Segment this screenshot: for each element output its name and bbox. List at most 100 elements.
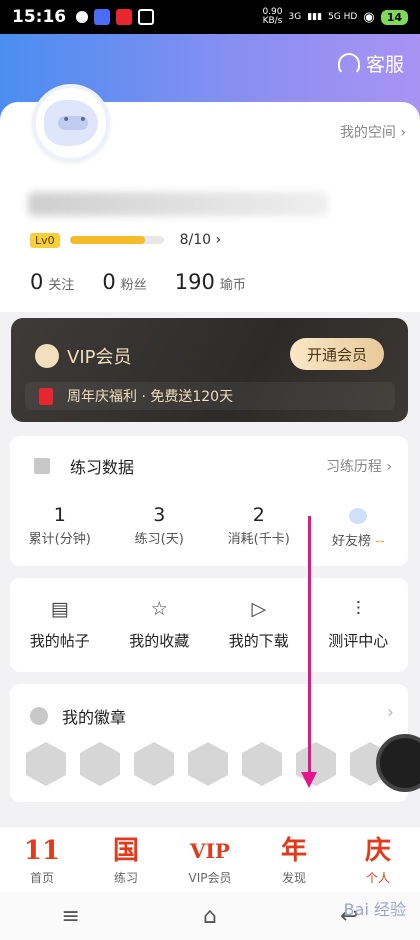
- status-notification-icons: [76, 9, 155, 25]
- vip-card[interactable]: VIP会员 开通会员 周年庆福利 · 免费送120天: [11, 318, 408, 422]
- practice-stats: 1 累计(分钟) 3 练习(天) 2 消耗(千卡) 好友榜 --: [10, 504, 408, 549]
- my-space-link[interactable]: 我的空间 ›: [340, 122, 406, 142]
- my-downloads-button[interactable]: ▷ 我的下载: [209, 578, 309, 672]
- badge-icon: [30, 707, 48, 725]
- stat-fans[interactable]: 0 粉丝: [102, 270, 146, 294]
- menu-icon[interactable]: ≡: [62, 904, 80, 929]
- action-label: 我的下载: [228, 632, 289, 650]
- practice-stat-minutes[interactable]: 1 累计(分钟): [10, 504, 110, 549]
- friends-ranking-row: 好友榜 --: [309, 530, 409, 549]
- level-row[interactable]: Lv0 8/10 ›: [30, 232, 221, 248]
- practice-stat-number: 3: [153, 504, 166, 526]
- level-progress-bar: [69, 236, 164, 244]
- stat-number: 0: [30, 270, 44, 294]
- tab-label: 首页: [29, 871, 54, 885]
- practice-stat-number: 1: [53, 504, 66, 526]
- badge-item[interactable]: [134, 742, 174, 786]
- practice-stat-number: 2: [252, 504, 265, 526]
- stat-label: 关注: [48, 278, 75, 293]
- action-label: 我的帖子: [29, 632, 90, 650]
- battery-indicator: 14: [380, 9, 408, 25]
- headset-icon: [337, 52, 360, 75]
- home-tab-icon: 11: [23, 836, 61, 866]
- badge-item[interactable]: [80, 742, 120, 786]
- practice-history-link[interactable]: 习练历程 ›: [326, 456, 392, 476]
- badges-header: 我的徽章: [30, 704, 126, 728]
- badge-item[interactable]: [26, 742, 66, 786]
- chevron-right-icon[interactable]: ›: [387, 702, 394, 723]
- star-icon: ☆: [150, 598, 168, 620]
- status-bar: 15:16 0.90 KB/s 3G ▮▮▮ 5G HD ◉ 14: [0, 0, 420, 34]
- app-notification-icon: [116, 9, 133, 25]
- open-membership-button[interactable]: 开通会员: [290, 338, 384, 370]
- tab-home[interactable]: 11 首页: [0, 827, 84, 892]
- practice-tab-icon: 国: [112, 836, 139, 866]
- bottom-tab-bar: 11 首页 国练习 VIP VIP会员 年发现 庆个人: [0, 826, 420, 892]
- practice-data-card: 练习数据 习练历程 › 1 累计(分钟) 3 练习(天) 2 消耗(千卡) 好友榜 -…: [10, 436, 408, 566]
- practice-stat-label: 练习(天): [134, 532, 184, 547]
- badges-card[interactable]: 我的徽章 ›: [10, 684, 408, 802]
- chart-icon: [34, 458, 50, 474]
- customer-service-button[interactable]: 客服: [337, 50, 404, 77]
- quick-actions-card: ▤ 我的帖子 ☆ 我的收藏 ▷ 我的下载 ⫶ 测评中心: [10, 578, 408, 672]
- tab-label: 发现: [281, 871, 306, 885]
- discover-tab-icon: 年: [280, 836, 307, 866]
- practice-data-title: 练习数据: [70, 458, 135, 477]
- vip-promo-banner[interactable]: 周年庆福利 · 免费送120天: [25, 382, 395, 410]
- action-label: 我的收藏: [129, 632, 190, 650]
- assessment-center-button[interactable]: ⫶ 测评中心: [309, 578, 409, 672]
- tab-practice[interactable]: 国练习: [84, 827, 168, 892]
- badge-item[interactable]: [188, 742, 228, 786]
- status-time: 15:16: [12, 7, 67, 27]
- tab-label: 练习: [113, 871, 138, 885]
- stat-coins[interactable]: 190 瑜币: [175, 270, 246, 294]
- avatar[interactable]: [32, 84, 110, 162]
- play-icon: ▷: [251, 598, 267, 620]
- my-posts-button[interactable]: ▤ 我的帖子: [10, 578, 110, 672]
- app-notification-icon: [138, 9, 155, 25]
- home-icon[interactable]: ⌂: [203, 904, 217, 929]
- stat-label: 粉丝: [120, 278, 147, 293]
- app-notification-icon: [94, 9, 111, 25]
- tab-discover[interactable]: 年发现: [252, 827, 336, 892]
- badge-item[interactable]: [242, 742, 282, 786]
- practice-data-header: 练习数据: [34, 454, 134, 478]
- red-envelope-icon: [39, 387, 53, 405]
- follow-stats: 0 关注 0 粉丝 190 瑜币: [30, 270, 246, 294]
- username-blurred: [28, 192, 328, 216]
- tab-vip[interactable]: VIP VIP会员: [168, 827, 252, 892]
- badges-title: 我的徽章: [62, 708, 127, 727]
- practice-stat-days[interactable]: 3 练习(天): [110, 504, 210, 549]
- annotation-arrow-head: [301, 772, 317, 788]
- stat-following[interactable]: 0 关注: [30, 270, 74, 294]
- vip-title: VIP会员: [67, 347, 132, 368]
- practice-stat-label: 累计(分钟): [28, 532, 91, 547]
- post-icon: ▤: [50, 598, 69, 620]
- friends-ranking-value: --: [375, 534, 385, 549]
- level-progress-fill: [69, 236, 145, 244]
- stat-label: 瑜币: [219, 278, 246, 293]
- stat-number: 0: [102, 270, 116, 294]
- tab-profile[interactable]: 庆个人: [336, 827, 420, 892]
- network-type-2: 5G HD: [328, 12, 358, 22]
- action-label: 测评中心: [328, 632, 389, 650]
- tab-label: 个人: [365, 871, 390, 885]
- practice-stat-calories[interactable]: 2 消耗(千卡): [209, 504, 309, 549]
- tab-label: VIP会员: [188, 871, 232, 885]
- watermark: Bai 经验: [343, 900, 406, 919]
- avatar-image: [44, 100, 98, 146]
- vip-promo-text: 周年庆福利 · 免费送120天: [67, 389, 234, 405]
- my-favorites-button[interactable]: ☆ 我的收藏: [110, 578, 210, 672]
- bars-icon: ⫶: [355, 598, 361, 620]
- status-right: 0.90 KB/s 3G ▮▮▮ 5G HD ◉ 14: [262, 8, 408, 26]
- friends-ranking-label: 好友榜: [331, 534, 371, 549]
- stat-number: 190: [174, 270, 215, 294]
- signal-icon: ▮▮▮: [307, 12, 323, 22]
- level-badge: Lv0: [30, 232, 60, 248]
- friends-ranking-icon: [349, 508, 368, 524]
- gear-icon: [76, 11, 89, 23]
- friends-ranking[interactable]: 好友榜 --: [309, 504, 409, 549]
- vip-tab-icon: VIP: [190, 839, 230, 863]
- level-progress-text: 8/10 ›: [179, 232, 222, 248]
- vip-logo-icon: [35, 344, 59, 368]
